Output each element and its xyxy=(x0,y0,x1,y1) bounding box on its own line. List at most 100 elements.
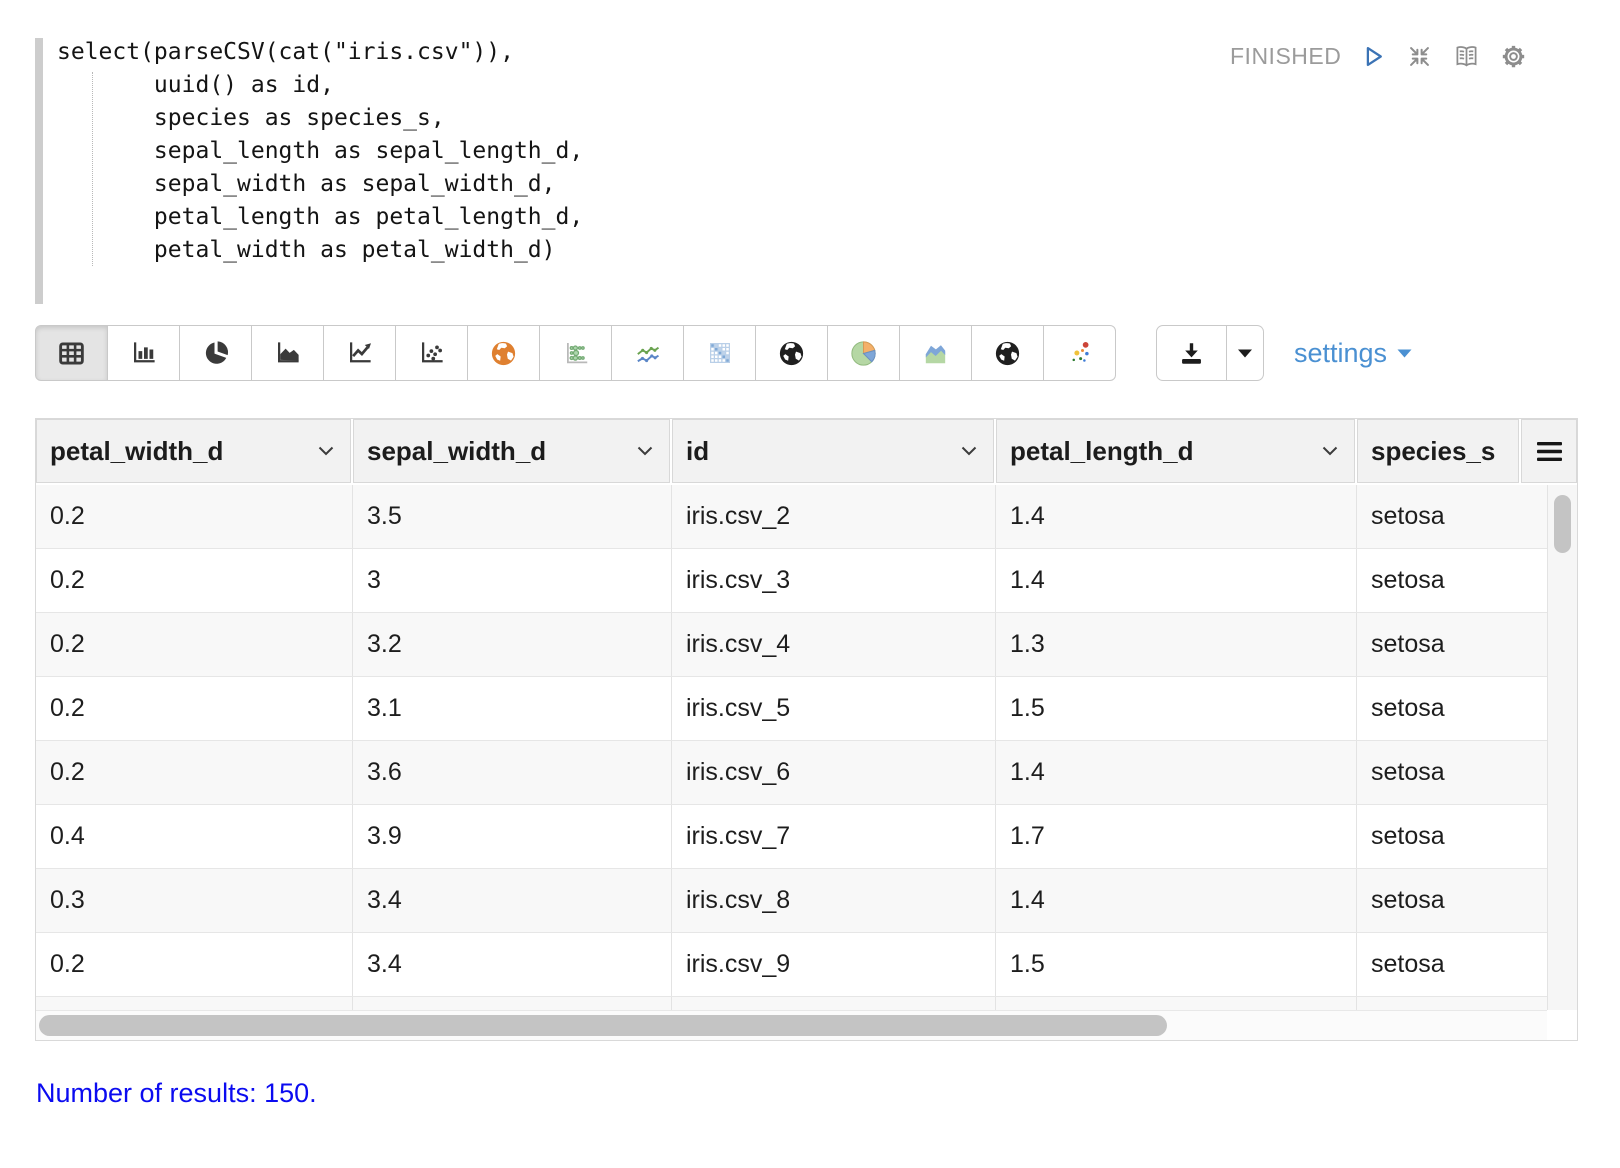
indent-guide xyxy=(92,72,93,266)
code-line: petal_length as petal_length_d, xyxy=(57,204,584,230)
code-editor[interactable]: select(parseCSV(cat("iris.csv")), uuid()… xyxy=(35,36,1135,304)
report-book-icon xyxy=(1456,46,1477,67)
table-cell: setosa xyxy=(1371,566,1445,594)
paragraph-settings-button[interactable] xyxy=(1500,43,1527,70)
table-rows: 0.2 3.5 iris.csv_2 1.4 setosa 0.2 3 iris… xyxy=(36,485,1547,1010)
horizontal-scrollbar-thumb[interactable] xyxy=(39,1015,1167,1036)
table-cell: 3.1 xyxy=(353,677,672,740)
chart-type-heatmap-button[interactable] xyxy=(683,325,756,381)
scatter-chart-icon xyxy=(421,342,443,363)
download-button[interactable] xyxy=(1156,325,1227,381)
table-cell: setosa xyxy=(1371,502,1445,530)
collapse-icon xyxy=(1410,46,1430,66)
table-cell: 3.4 xyxy=(353,869,672,932)
column-label: species_s xyxy=(1371,435,1496,466)
table-cell: 0.2 xyxy=(36,677,353,740)
table-row: 0.2 3.2 iris.csv_4 1.3 setosa xyxy=(36,613,1547,677)
chart-type-table-button[interactable] xyxy=(35,325,108,381)
table-row: 0.2 3.4 iris.csv_9 1.5 setosa xyxy=(36,933,1547,997)
gear-icon xyxy=(1503,45,1525,67)
table-cell: 0.4 xyxy=(36,805,353,868)
report-view-button[interactable] xyxy=(1452,42,1481,70)
pie-chart-colored-icon xyxy=(851,340,876,366)
multi-line-chart-icon xyxy=(637,346,660,362)
chart-type-globe-button[interactable] xyxy=(755,325,828,381)
area-chart-colored-icon xyxy=(925,344,946,363)
display-toolbar: settings xyxy=(35,325,1412,381)
table-header-row: petal_width_d sepal_width_d id petal_len… xyxy=(36,419,1577,483)
table-row: 0.2 3.1 iris.csv_5 1.5 setosa xyxy=(36,677,1547,741)
run-icon xyxy=(1367,46,1383,66)
globe-orange-icon xyxy=(491,341,516,365)
table-cell: 3.6 xyxy=(353,741,672,804)
table-cell: 3.2 xyxy=(353,613,672,676)
chart-type-bar-button[interactable] xyxy=(107,325,180,381)
table-cell: iris.csv_7 xyxy=(672,805,996,868)
table-cell xyxy=(672,997,996,1010)
column-header-id[interactable]: id xyxy=(672,419,994,483)
chart-type-bubble-button[interactable] xyxy=(539,325,612,381)
caret-down-icon xyxy=(1397,349,1412,357)
chart-type-pie-button[interactable] xyxy=(179,325,252,381)
heatmap-icon xyxy=(709,343,730,363)
table-cell: 3.4 xyxy=(353,933,672,996)
column-menu-button[interactable] xyxy=(1521,419,1577,483)
caret-down-icon xyxy=(1238,349,1252,357)
table-cell: 0.2 xyxy=(36,741,353,804)
table-cell: 1.4 xyxy=(996,869,1357,932)
run-button[interactable] xyxy=(1360,43,1387,70)
table-cell xyxy=(353,997,672,1010)
table-cell: setosa xyxy=(1371,886,1445,914)
column-header-petal-length-d[interactable]: petal_length_d xyxy=(996,419,1355,483)
sort-chevron-icon[interactable] xyxy=(318,446,334,456)
chart-type-map-button[interactable] xyxy=(467,325,540,381)
collapse-button[interactable] xyxy=(1406,43,1433,70)
table-row: 0.2 3 iris.csv_3 1.4 setosa xyxy=(36,549,1547,613)
code-line: sepal_width as sepal_width_d, xyxy=(57,171,556,197)
table-cell xyxy=(1357,997,1547,1010)
chart-type-scatter-button[interactable] xyxy=(395,325,468,381)
chart-type-line-button[interactable] xyxy=(323,325,396,381)
bar-chart-icon xyxy=(133,342,155,363)
sort-chevron-icon[interactable] xyxy=(637,446,653,456)
table-cell: 0.2 xyxy=(36,485,353,548)
results-count: Number of results: 150. xyxy=(36,1078,317,1108)
table-cell: iris.csv_3 xyxy=(672,549,996,612)
code-line: petal_width as petal_width_d) xyxy=(57,237,556,263)
vertical-scrollbar[interactable] xyxy=(1547,485,1577,1010)
paragraph-controls: FINISHED xyxy=(1230,42,1527,70)
table-cell: setosa xyxy=(1371,950,1445,978)
sort-chevron-icon[interactable] xyxy=(1322,446,1338,456)
table-cell: setosa xyxy=(1371,758,1445,786)
table-cell: setosa xyxy=(1371,694,1445,722)
sort-chevron-icon[interactable] xyxy=(961,446,977,456)
globe-dark-icon xyxy=(995,341,1020,365)
column-header-sepal-width-d[interactable]: sepal_width_d xyxy=(353,419,670,483)
horizontal-scrollbar[interactable] xyxy=(36,1010,1547,1040)
settings-dropdown[interactable]: settings xyxy=(1294,338,1412,369)
area-chart-icon xyxy=(277,342,299,363)
chart-type-scatter-colored-button[interactable] xyxy=(1043,325,1116,381)
download-icon xyxy=(1182,342,1201,364)
table-cell: iris.csv_2 xyxy=(672,485,996,548)
chart-type-area-colored-button[interactable] xyxy=(899,325,972,381)
column-label: petal_length_d xyxy=(1010,435,1194,466)
table-cell xyxy=(996,997,1357,1010)
chart-type-multiline-button[interactable] xyxy=(611,325,684,381)
table-cell: 0.2 xyxy=(36,613,353,676)
pie-chart-icon xyxy=(205,341,228,364)
chart-type-globe2-button[interactable] xyxy=(971,325,1044,381)
column-header-petal-width-d[interactable]: petal_width_d xyxy=(36,419,351,483)
table-cell: 3 xyxy=(353,549,672,612)
download-options-button[interactable] xyxy=(1227,325,1264,381)
table-row: 0.4 3.9 iris.csv_7 1.7 setosa xyxy=(36,805,1547,869)
table-cell: 1.5 xyxy=(996,933,1357,996)
status-badge: FINISHED xyxy=(1230,42,1342,69)
column-header-species-s[interactable]: species_s xyxy=(1357,419,1519,483)
bubble-chart-icon xyxy=(566,343,587,364)
table-cell: setosa xyxy=(1371,630,1445,658)
chart-type-area-button[interactable] xyxy=(251,325,324,381)
editor-gutter xyxy=(35,38,43,304)
chart-type-pie-colored-button[interactable] xyxy=(827,325,900,381)
vertical-scrollbar-thumb[interactable] xyxy=(1554,495,1571,553)
